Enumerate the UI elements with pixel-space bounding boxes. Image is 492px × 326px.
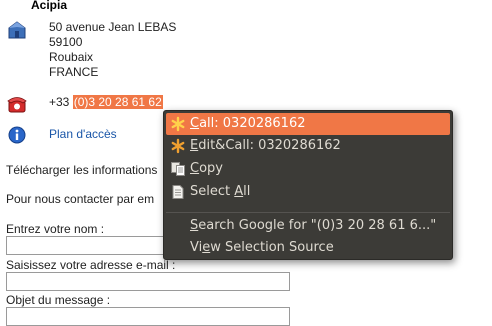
asterisk-icon	[171, 116, 185, 132]
menu-item-search-google[interactable]: Search Google for "(0)3 20 28 61 6..."	[166, 215, 450, 237]
email-field[interactable]	[6, 272, 290, 291]
subject-field[interactable]	[6, 307, 290, 326]
menu-label-edit-call: dit&Call: 0320286162	[198, 138, 341, 153]
menu-label-view-source: w Selection Source	[210, 240, 334, 255]
info-icon	[8, 126, 26, 144]
menu-item-copy[interactable]: Copy	[166, 158, 450, 180]
phone-line[interactable]: +33 (0)3 20 28 61 62	[49, 95, 163, 110]
menu-separator	[166, 212, 450, 213]
house-icon	[8, 21, 26, 39]
phone-selection[interactable]: (0)3 20 28 61 62	[72, 95, 163, 109]
contact-page: Acipia 50 avenue Jean LEBAS 59100 Roubai…	[0, 0, 492, 326]
address-street: 50 avenue Jean LEBAS	[49, 20, 177, 34]
contact-text: Pour nous contacter par em	[6, 192, 155, 206]
address-block: 50 avenue Jean LEBAS 59100 Roubaix FRANC…	[49, 20, 176, 80]
select-all-icon	[172, 185, 184, 199]
phone-icon	[7, 97, 27, 113]
address-postcode: 59100	[49, 35, 83, 49]
menu-accel-call: C	[190, 116, 200, 131]
asterisk-icon	[171, 138, 185, 154]
menu-pre-view-source: Vi	[190, 240, 203, 255]
address-city: Roubaix	[49, 50, 94, 64]
map-link[interactable]: Plan d'accès	[49, 127, 117, 141]
download-text: Télécharger les informations	[6, 163, 158, 177]
menu-label-search: earch Google for "(0)3 20 28 61 6..."	[198, 218, 437, 233]
address-country: FRANCE	[49, 65, 99, 79]
menu-accel-edit-call: E	[190, 138, 199, 153]
menu-item-edit-call[interactable]: Edit&Call: 0320286162	[166, 135, 450, 157]
phone-prefix: +33	[49, 95, 73, 109]
menu-item-view-source[interactable]: View Selection Source	[166, 237, 450, 259]
menu-accel-copy: C	[190, 161, 200, 176]
menu-item-select-all[interactable]: Select All	[166, 181, 450, 203]
menu-label-copy: opy	[199, 161, 223, 176]
copy-icon	[171, 162, 185, 176]
context-menu: Call: 0320286162 Edit&Call: 0320286162 C…	[163, 110, 453, 260]
menu-item-call[interactable]: Call: 0320286162	[166, 113, 450, 135]
name-label: Entrez votre nom :	[6, 222, 105, 236]
menu-accel-select-all: A	[234, 184, 244, 199]
menu-label-select-all: ll	[243, 184, 251, 199]
subject-label: Objet du message :	[6, 293, 111, 307]
email-label: Saisissez votre adresse e-mail :	[6, 258, 176, 272]
company-name: Acipia	[31, 0, 68, 12]
menu-label-call: all: 0320286162	[199, 116, 306, 131]
menu-pre-select-all: Select	[190, 184, 235, 199]
